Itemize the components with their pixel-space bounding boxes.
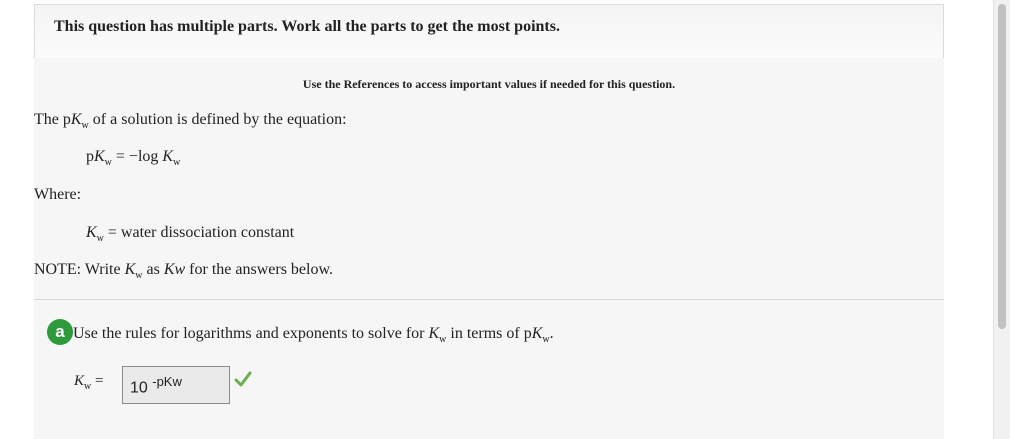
checkmark-icon [234, 371, 252, 387]
pkw-equation: pKw = −log Kw [86, 148, 181, 168]
kw-answer-input[interactable]: 10 -pKw [122, 366, 230, 404]
multipart-notice-text: This question has multiple parts. Work a… [54, 18, 560, 35]
part-a-section: a Use the rules for logarithms and expon… [34, 300, 944, 439]
scrollbar-thumb[interactable] [998, 4, 1006, 329]
references-note: Use the References to access important v… [302, 77, 676, 91]
intro-text: The pKw of a solution is defined by the … [34, 111, 347, 131]
vertical-scrollbar[interactable] [993, 0, 1010, 439]
part-a-badge: a [47, 319, 73, 345]
kw-definition: Kw = water dissociation constant [86, 224, 295, 244]
part-a-prompt: Use the rules for logarithms and exponen… [73, 325, 554, 345]
question-content: Use the References to access important v… [34, 58, 944, 300]
answer-base: 10 [130, 379, 148, 397]
answer-label: Kw = [74, 373, 104, 392]
where-label: Where: [34, 186, 82, 203]
note-text: NOTE: Write Kw as Kw for the answers bel… [34, 261, 333, 281]
answer-exponent: -pKw [152, 374, 182, 389]
multipart-notice: This question has multiple parts. Work a… [34, 4, 944, 58]
